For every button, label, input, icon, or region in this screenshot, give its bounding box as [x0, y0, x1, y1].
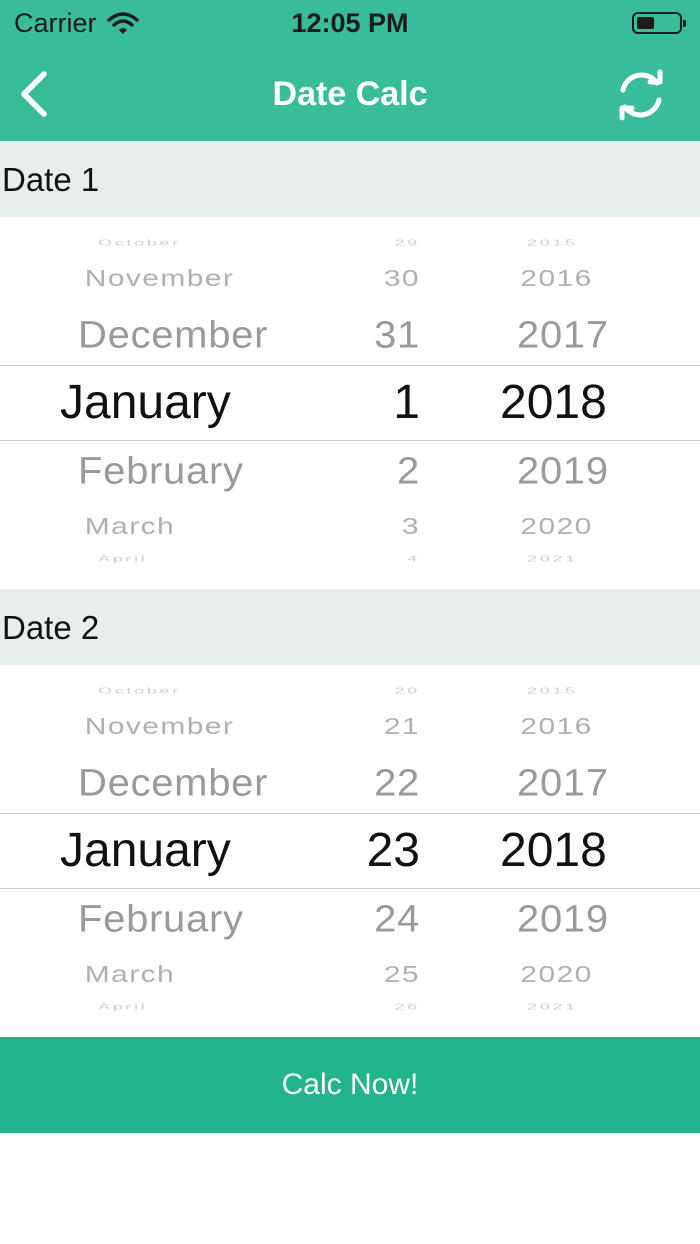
picker-month-option[interactable]: April [98, 1003, 148, 1011]
picker-year-option[interactable]: 2016 [520, 715, 592, 738]
picker-year-option[interactable]: 2021 [527, 555, 578, 563]
picker-month-selected[interactable]: January [60, 379, 231, 427]
picker-day-option[interactable]: 22 [374, 764, 420, 802]
picker-day-selected[interactable]: 1 [393, 379, 420, 427]
picker-day-option[interactable]: 31 [374, 316, 420, 354]
battery-level [637, 17, 654, 29]
picker-year-option[interactable]: 2019 [517, 452, 609, 490]
picker-month-option[interactable]: April [98, 555, 148, 563]
date-2-header: Date 2 [0, 589, 700, 665]
picker-year-option[interactable]: 2016 [520, 267, 592, 290]
picker-day-option[interactable]: 25 [384, 963, 420, 986]
picker-selection-top-line [0, 813, 700, 814]
picker-day-option[interactable]: 30 [384, 267, 420, 290]
picker-day-selected[interactable]: 23 [367, 827, 420, 875]
picker-day-option[interactable]: 3 [402, 515, 420, 538]
picker-day-option[interactable]: 29 [395, 239, 420, 247]
picker-month-selected[interactable]: January [60, 827, 231, 875]
picker-year-option[interactable]: 2021 [527, 1003, 578, 1011]
picker-month-option[interactable]: October [98, 687, 181, 695]
picker-month-option[interactable]: October [98, 239, 181, 247]
date-2-picker[interactable]: October November December January February Ma… [0, 665, 700, 1037]
status-time: 12:05 PM [291, 8, 409, 38]
picker-month-option[interactable]: March [85, 963, 175, 986]
picker-year-option[interactable]: 2020 [520, 515, 592, 538]
picker-year-option[interactable]: 2015 [527, 687, 578, 695]
date-1-picker[interactable]: October November December January February Ma… [0, 217, 700, 589]
picker-day-option[interactable]: 2 [397, 452, 420, 490]
battery-icon [632, 12, 686, 34]
picker-day-option[interactable]: 20 [395, 687, 420, 695]
refresh-icon[interactable] [612, 66, 670, 124]
picker-year-option[interactable]: 2017 [517, 316, 609, 354]
date-1-header: Date 1 [0, 141, 700, 217]
picker-selection-bottom-line [0, 888, 700, 889]
picker-month-option[interactable]: November [85, 715, 234, 738]
picker-month-option[interactable]: December [78, 316, 268, 354]
picker-year-option[interactable]: 2019 [517, 900, 609, 938]
nav-bar: Date Calc [0, 48, 700, 141]
picker-day-option[interactable]: 4 [407, 555, 420, 563]
picker-year-option[interactable]: 2015 [527, 239, 578, 247]
picker-selection-bottom-line [0, 440, 700, 441]
page-title: Date Calc [272, 75, 428, 113]
picker-day-option[interactable]: 24 [374, 900, 420, 938]
picker-selection-top-line [0, 365, 700, 366]
picker-year-selected[interactable]: 2018 [500, 379, 607, 427]
picker-month-option[interactable]: December [78, 764, 268, 802]
calc-now-button[interactable]: Calc Now! [0, 1037, 700, 1133]
picker-month-option[interactable]: February [78, 900, 244, 938]
picker-year-option[interactable]: 2017 [517, 764, 609, 802]
picker-day-option[interactable]: 21 [384, 715, 420, 738]
picker-day-option[interactable]: 26 [395, 1003, 420, 1011]
picker-month-option[interactable]: February [78, 452, 244, 490]
status-bar: Carrier 12:05 PM [0, 0, 700, 48]
picker-year-option[interactable]: 2020 [520, 963, 592, 986]
picker-month-option[interactable]: November [85, 267, 234, 290]
picker-year-selected[interactable]: 2018 [500, 827, 607, 875]
top-bar: Carrier 12:05 PM Date Calc [0, 0, 700, 141]
picker-month-option[interactable]: March [85, 515, 175, 538]
